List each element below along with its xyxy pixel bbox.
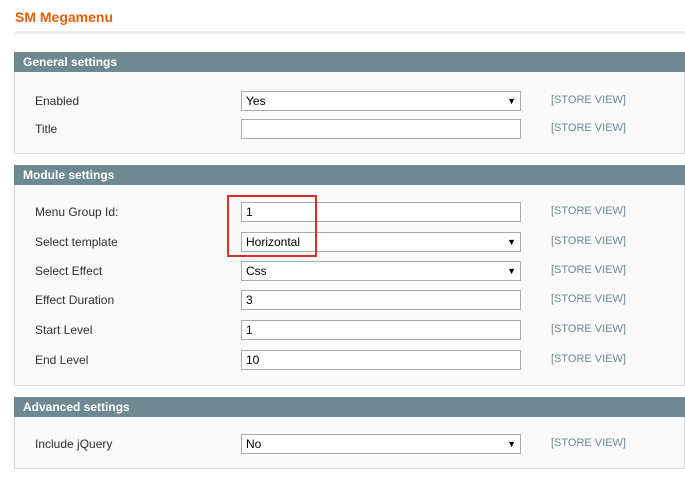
enabled-value: Yes <box>246 94 266 108</box>
effect-duration-label: Effect Duration <box>35 293 115 307</box>
select-template-scope: [STORE VIEW] <box>551 235 626 247</box>
effect-duration-scope: [STORE VIEW] <box>551 293 626 305</box>
end-level-scope: [STORE VIEW] <box>551 353 626 365</box>
end-level-input[interactable] <box>241 350 521 370</box>
select-effect-label: Select Effect <box>35 264 103 278</box>
select-template-row: Select template Horizontal ▼ [STORE VIEW… <box>15 232 684 252</box>
start-level-input[interactable] <box>241 320 521 340</box>
include-jquery-row: Include jQuery No ▼ [STORE VIEW] <box>15 434 684 454</box>
chevron-down-icon: ▼ <box>507 439 516 449</box>
include-jquery-scope: [STORE VIEW] <box>551 437 626 449</box>
select-effect-value: Css <box>246 264 267 278</box>
end-level-row: End Level [STORE VIEW] <box>15 350 684 370</box>
menu-group-id-label: Menu Group Id: <box>35 205 119 219</box>
start-level-label: Start Level <box>35 323 93 337</box>
page-title: SM Megamenu <box>15 9 114 25</box>
menu-group-id-row: Menu Group Id: [STORE VIEW] <box>15 202 684 222</box>
general-settings-body: Enabled Yes ▼ [STORE VIEW] Title [STORE … <box>14 72 685 154</box>
include-jquery-label: Include jQuery <box>35 437 113 451</box>
start-level-scope: [STORE VIEW] <box>551 323 626 335</box>
menu-group-id-input[interactable] <box>241 202 521 222</box>
title-input[interactable] <box>241 119 521 139</box>
menu-group-id-scope: [STORE VIEW] <box>551 205 626 217</box>
select-template-value: Horizontal <box>246 235 301 249</box>
enabled-select[interactable]: Yes ▼ <box>241 91 521 111</box>
select-effect-select[interactable]: Css ▼ <box>241 261 521 281</box>
module-settings-body: Menu Group Id: [STORE VIEW] Select templ… <box>14 185 685 386</box>
chevron-down-icon: ▼ <box>507 266 516 276</box>
title-scope: [STORE VIEW] <box>551 122 626 134</box>
advanced-settings-body: Include jQuery No ▼ [STORE VIEW] <box>14 417 685 469</box>
include-jquery-value: No <box>246 437 262 451</box>
module-settings-header[interactable]: Module settings <box>14 165 685 185</box>
general-settings-header[interactable]: General settings <box>14 52 685 72</box>
effect-duration-row: Effect Duration [STORE VIEW] <box>15 290 684 310</box>
select-effect-scope: [STORE VIEW] <box>551 264 626 276</box>
chevron-down-icon: ▼ <box>507 96 516 106</box>
chevron-down-icon: ▼ <box>507 237 516 247</box>
enabled-label: Enabled <box>35 94 80 108</box>
include-jquery-select[interactable]: No ▼ <box>241 434 521 454</box>
title-divider <box>15 31 685 34</box>
start-level-row: Start Level [STORE VIEW] <box>15 320 684 340</box>
select-effect-row: Select Effect Css ▼ [STORE VIEW] <box>15 261 684 281</box>
select-template-label: Select template <box>35 235 118 249</box>
enabled-scope: [STORE VIEW] <box>551 94 626 106</box>
title-label: Title <box>35 122 58 136</box>
title-row: Title [STORE VIEW] <box>15 119 684 139</box>
effect-duration-input[interactable] <box>241 290 521 310</box>
end-level-label: End Level <box>35 353 89 367</box>
general-settings-section: General settings Enabled Yes ▼ [STORE VI… <box>14 52 685 154</box>
advanced-settings-section: Advanced settings Include jQuery No ▼ [S… <box>14 397 685 469</box>
select-template-select[interactable]: Horizontal ▼ <box>241 232 521 252</box>
enabled-row: Enabled Yes ▼ [STORE VIEW] <box>15 91 684 111</box>
advanced-settings-header[interactable]: Advanced settings <box>14 397 685 417</box>
module-settings-section: Module settings Menu Group Id: [STORE VI… <box>14 165 685 386</box>
